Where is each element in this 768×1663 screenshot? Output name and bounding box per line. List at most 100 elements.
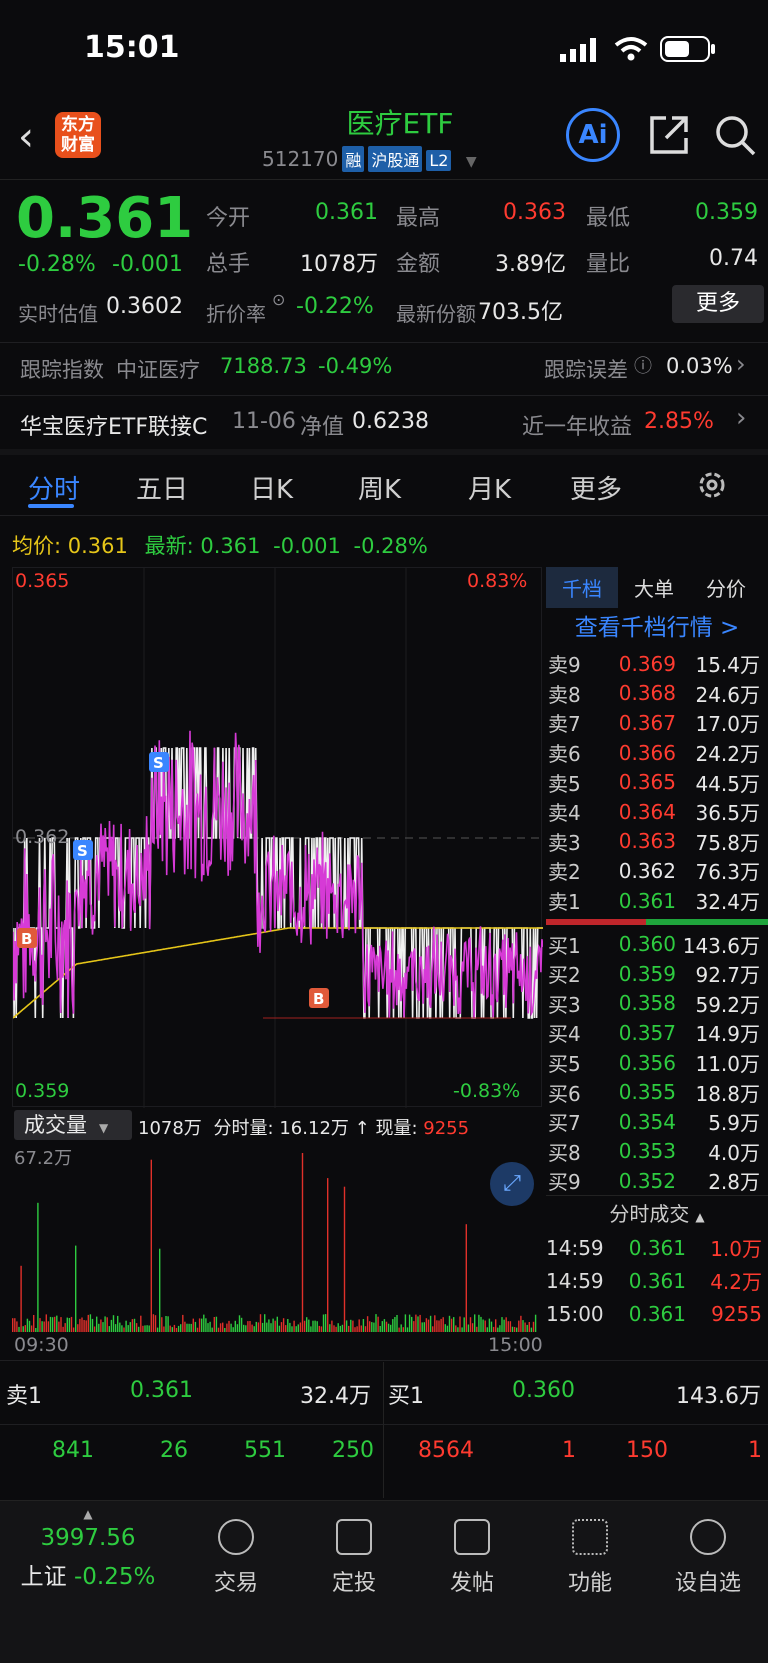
volume-bar — [499, 1325, 501, 1332]
volume-bar — [14, 1318, 16, 1332]
est-label: 实时估值 — [18, 302, 98, 326]
tab-more[interactable]: 更多 — [570, 469, 622, 506]
volume-bar — [264, 1314, 266, 1332]
track-index: 中证医疗 — [116, 358, 200, 382]
open-label: 今开 — [206, 206, 251, 231]
volume-bar — [144, 1325, 146, 1332]
volume-bar — [339, 1325, 341, 1332]
amt-value: 3.89亿 — [495, 252, 566, 277]
gear-icon[interactable] — [696, 469, 728, 501]
volume-bar — [448, 1315, 451, 1332]
tab-book[interactable]: 千档 — [546, 566, 618, 608]
chevron-down-icon[interactable]: ▼ — [466, 154, 477, 170]
chart-icon — [336, 1519, 372, 1555]
back-icon[interactable]: ‹ — [18, 114, 34, 160]
nav-post[interactable]: 发帖 — [422, 1519, 522, 1597]
amt-label: 金额 — [396, 252, 441, 277]
nav-invest[interactable]: 定投 — [304, 1519, 404, 1597]
signal-icon — [560, 38, 596, 62]
volume-bar — [142, 1325, 144, 1332]
linked-fund-row[interactable]: 华宝医疗ETF联接C 11-06 净值 0.6238 近一年收益 2.85% › — [0, 395, 768, 449]
volume-bar — [45, 1314, 47, 1332]
volume-chart[interactable]: 67.2万 ⤢ — [12, 1142, 542, 1332]
tab-intraday[interactable]: 分时 — [28, 469, 80, 506]
volume-bar — [96, 1316, 98, 1332]
volume-bar — [507, 1321, 509, 1332]
nav-function[interactable]: 功能 — [540, 1519, 640, 1597]
tab-large[interactable]: 大单 — [618, 573, 690, 602]
more-button[interactable]: 更多 — [672, 285, 764, 323]
volume-bar — [232, 1327, 234, 1332]
bid-row: 买2 0.359 92.7万 — [548, 961, 760, 988]
yr-label: 近一年收益 — [522, 415, 633, 440]
volume-bar — [289, 1322, 291, 1332]
header: ‹ 东方 财富 医疗ETF 512170 融沪股通 L2 ▼ Ai — [0, 100, 768, 180]
bid-row: 买1 0.360 143.6万 — [548, 932, 760, 958]
volume-bar — [442, 1317, 444, 1332]
volume-bar — [127, 1325, 129, 1332]
volume-bar — [438, 1320, 440, 1332]
volume-bar — [444, 1324, 446, 1332]
queue-cell: 1 — [748, 1438, 762, 1463]
volume-bar — [70, 1316, 73, 1332]
volume-bar — [33, 1315, 35, 1332]
ask-list: 卖9 0.369 15.4万 卖8 0.368 24.6万 卖7 0.367 17.0万 卖6 0.… — [546, 649, 768, 915]
low-label: 最低 — [586, 206, 631, 231]
nav-watchlist[interactable]: 设自选 — [658, 1519, 758, 1597]
volume-bar — [85, 1320, 87, 1332]
indicator-select[interactable]: 成交量 ▼ — [14, 1110, 132, 1140]
search-icon[interactable] — [714, 114, 758, 158]
ratio-value: 0.74 — [709, 246, 758, 271]
tab-5day[interactable]: 五日 — [136, 469, 188, 506]
ticks-header[interactable]: 分时成交 ▲ — [546, 1195, 768, 1231]
intraday-chart[interactable]: S S B B 0.365 0.83% 0.362 0.359 -0.83% — [12, 567, 544, 1108]
volume-bar — [274, 1320, 276, 1332]
volume-bar — [337, 1323, 339, 1332]
tab-price[interactable]: 分价 — [690, 573, 762, 602]
volume-bar — [375, 1314, 377, 1332]
volume-bar — [436, 1320, 438, 1332]
volume-bar — [532, 1321, 535, 1332]
nav-trade[interactable]: 交易 — [186, 1519, 286, 1597]
chart-svg: S S B B — [12, 568, 544, 1108]
volume-bar — [165, 1316, 167, 1332]
volume-bar — [301, 1153, 304, 1332]
volume-bar — [201, 1318, 203, 1332]
volume-bar — [58, 1321, 60, 1332]
expand-icon[interactable]: ⤢ — [490, 1162, 534, 1206]
tab-weekly[interactable]: 周K — [358, 469, 401, 506]
volume-header: 成交量 ▼ 1078万 分时量: 16.12万 ↑ 现量: 9255 — [12, 1108, 542, 1142]
vol-label: 总手 — [206, 252, 251, 277]
wifi-icon — [614, 37, 648, 61]
volume-bar — [520, 1315, 522, 1332]
volume-bar — [180, 1324, 182, 1332]
volume-bar — [329, 1324, 331, 1332]
more-dots-icon — [690, 1519, 726, 1555]
volume-bar — [37, 1202, 39, 1332]
volume-bar — [341, 1324, 344, 1332]
share-icon[interactable] — [648, 114, 690, 156]
volume-bar — [352, 1320, 354, 1332]
volume-bar — [455, 1325, 457, 1332]
est-value: 0.3602 — [106, 294, 183, 319]
volume-bar — [26, 1318, 29, 1332]
help-icon[interactable]: ⓘ — [634, 352, 652, 378]
volume-bar — [198, 1318, 201, 1332]
tab-monthly[interactable]: 月K — [468, 469, 511, 506]
volume-bar — [404, 1314, 407, 1332]
volume-bar — [79, 1318, 81, 1332]
view-book-link[interactable]: 查看千档行情 > — [546, 607, 768, 649]
yr-value: 2.85% — [644, 409, 714, 434]
high-value: 0.363 — [503, 200, 566, 225]
info-icon[interactable]: ⊙ — [272, 290, 285, 309]
volume-bar — [35, 1328, 37, 1332]
volume-bar — [236, 1324, 239, 1332]
tracking-row[interactable]: 跟踪指数 中证医疗 7188.73 -0.49% 跟踪误差 ⓘ 0.03% › — [0, 342, 768, 392]
ask-row: 卖7 0.367 17.0万 — [548, 710, 760, 737]
volume-bar — [474, 1314, 476, 1332]
volume-bar — [245, 1325, 247, 1332]
strip-buy-label: 买1 — [388, 1384, 424, 1409]
index-ticker[interactable]: ▲ 3997.56 上证 -0.25% — [0, 1507, 176, 1591]
tab-daily[interactable]: 日K — [250, 469, 293, 506]
ai-button[interactable]: Ai — [566, 108, 620, 162]
